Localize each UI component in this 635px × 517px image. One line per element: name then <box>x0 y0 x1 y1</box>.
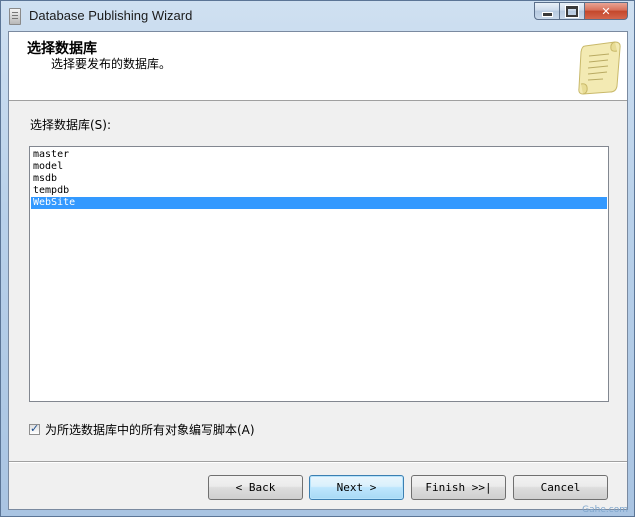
wizard-window: Database Publishing Wizard ✕ 选择数据库 选择要发布… <box>0 0 635 517</box>
close-button[interactable]: ✕ <box>585 2 628 20</box>
caption-buttons: ✕ <box>534 2 628 21</box>
footer-divider <box>9 461 627 463</box>
wizard-header: 选择数据库 选择要发布的数据库。 <box>9 32 627 101</box>
database-list-item[interactable]: tempdb <box>31 185 607 197</box>
checkmark-icon: ✓ <box>30 422 40 435</box>
database-listbox[interactable]: master model msdb tempdb WebSite <box>29 146 609 402</box>
title-bar[interactable]: Database Publishing Wizard ✕ <box>1 1 634 31</box>
database-list-item[interactable]: msdb <box>31 173 607 185</box>
wizard-client-area: 选择数据库 选择要发布的数据库。 选择数据库(S): master model ms… <box>8 31 628 510</box>
script-all-objects-label[interactable]: 为所选数据库中的所有对象编写脚本(A) <box>45 421 255 438</box>
database-app-icon <box>9 8 21 25</box>
scroll-icon <box>578 41 621 95</box>
minimize-icon <box>541 11 553 17</box>
database-list-item[interactable]: model <box>31 161 607 173</box>
cancel-button[interactable]: Cancel <box>513 475 608 500</box>
window-title: Database Publishing Wizard <box>29 8 193 23</box>
page-subtitle: 选择要发布的数据库。 <box>51 57 172 71</box>
database-list-label: 选择数据库(S): <box>30 118 112 132</box>
database-list-item[interactable]: WebSite <box>31 197 607 209</box>
script-all-objects-checkbox[interactable]: ✓ <box>29 422 40 435</box>
close-icon: ✕ <box>601 4 611 18</box>
next-button[interactable]: Next > <box>309 475 404 500</box>
maximize-icon <box>565 4 579 18</box>
maximize-button[interactable] <box>560 2 585 20</box>
script-all-objects-row[interactable]: ✓ 为所选数据库中的所有对象编写脚本(A) <box>29 421 255 438</box>
watermark-text: Gahe.com <box>582 505 628 515</box>
finish-button[interactable]: Finish >>| <box>411 475 506 500</box>
minimize-button[interactable] <box>534 2 560 20</box>
back-button[interactable]: < Back <box>208 475 303 500</box>
wizard-content: 选择数据库(S): master model msdb tempdb WebSite ✓… <box>9 101 627 461</box>
database-list-item[interactable]: master <box>31 149 607 161</box>
